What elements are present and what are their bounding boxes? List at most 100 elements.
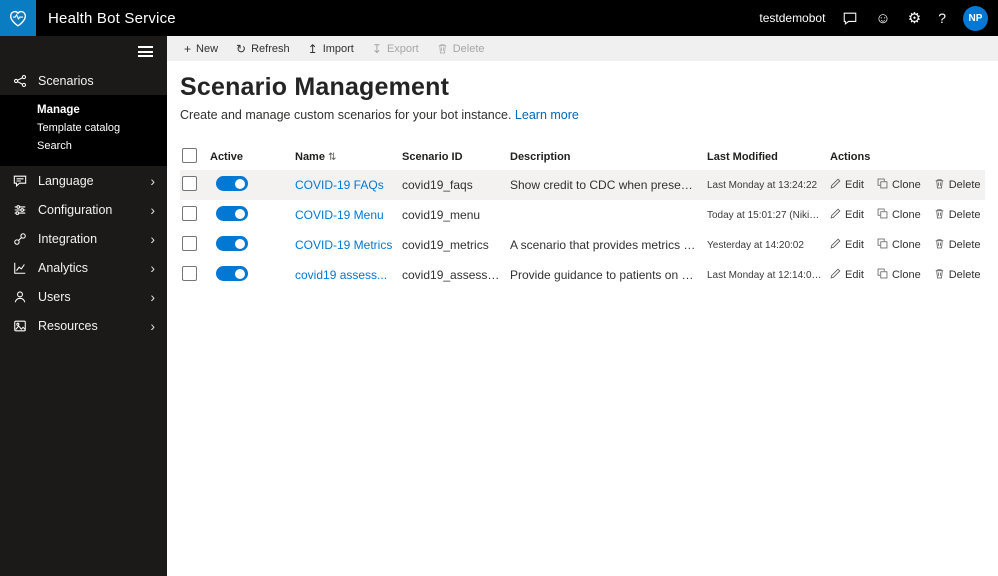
scenario-description: A scenario that provides metrics on the … [510,238,707,252]
clone-button[interactable]: Clone [877,238,921,252]
row-checkbox[interactable] [182,206,197,221]
sidebar-item-configuration[interactable]: Configuration › [0,195,167,224]
sidebar-item-scenarios[interactable]: Scenarios [0,66,167,95]
new-button[interactable]: + New [175,36,227,61]
hamburger-icon [138,45,153,57]
active-toggle[interactable] [216,236,248,251]
row-checkbox[interactable] [182,266,197,281]
delete-row-button[interactable]: Delete [934,208,980,222]
active-toggle[interactable] [216,266,248,281]
help-icon[interactable]: ? [938,11,946,25]
header-checkbox-cell [180,148,210,166]
scenario-id: covid19_metrics [402,238,489,252]
copy-icon [877,208,888,222]
chevron-right-icon: › [150,230,155,247]
clone-button-label: Clone [891,209,921,221]
toggle-knob [235,268,245,279]
column-header-description[interactable]: Description [510,151,707,163]
last-modified: Yesterday at 14:20:02 [707,239,804,251]
clone-button-label: Clone [891,239,921,251]
scenarios-submenu: Manage Template catalog Search [0,95,167,166]
refresh-button-label: Refresh [251,42,290,55]
clone-button-label: Clone [891,179,921,191]
gear-icon[interactable]: ⚙ [908,11,921,26]
sidebar-item-label: Users [38,289,71,304]
row-checkbox-cell [180,266,210,284]
scenario-name-link[interactable]: COVID-19 Menu [295,208,384,222]
column-header-active[interactable]: Active [210,151,295,163]
sidebar-item-analytics[interactable]: Analytics › [0,253,167,282]
row-name-cell: covid19 assess... [295,268,402,282]
row-checkbox-cell [180,206,210,224]
submenu-item-search[interactable]: Search [37,138,167,154]
row-active-cell [210,176,295,194]
new-button-label: New [196,42,219,55]
column-header-last-modified[interactable]: Last Modified [707,151,830,163]
edit-button[interactable]: Edit [830,208,864,222]
sidebar-item-label: Analytics [38,260,89,275]
topbar-right: testdemobot ☺ ⚙ ? NP [759,5,998,31]
import-button[interactable]: ↥ Import [299,36,363,61]
clone-button[interactable]: Clone [877,208,921,222]
column-header-name[interactable]: Name [295,151,402,163]
row-actions: Edit Clone Delete [830,178,980,192]
sidebar-item-resources[interactable]: Resources › [0,311,167,340]
row-checkbox-cell [180,236,210,254]
scenario-name-link[interactable]: covid19 assess... [295,268,387,282]
row-actions: Edit Clone Delete [830,238,980,252]
clone-button[interactable]: Clone [877,268,921,282]
edit-button-label: Edit [845,209,864,221]
scenario-name-link[interactable]: COVID-19 Metrics [295,238,392,252]
trash-icon [934,178,945,192]
tenant-name[interactable]: testdemobot [759,11,825,25]
row-name-cell: COVID-19 FAQs [295,178,402,192]
sidebar-item-language[interactable]: Language › [0,166,167,195]
active-toggle[interactable] [216,176,248,191]
delete-row-button[interactable]: Delete [934,268,980,282]
column-header-scenario-id[interactable]: Scenario ID [402,151,510,163]
scenarios-icon [12,74,28,88]
resources-icon [12,319,28,333]
configuration-icon [12,203,28,217]
hamburger-menu-button[interactable] [0,36,167,66]
sidebar-item-users[interactable]: Users › [0,282,167,311]
submenu-item-template-catalog[interactable]: Template catalog [37,120,167,136]
chat-icon[interactable] [842,10,858,26]
smiley-feedback-icon[interactable]: ☺ [875,11,890,26]
scenario-id: covid19_assessm... [402,268,508,282]
scenario-name-link[interactable]: COVID-19 FAQs [295,178,384,192]
select-all-checkbox[interactable] [182,148,197,163]
scenario-description: Show credit to CDC when presenting an... [510,178,707,192]
delete-button-label: Delete [948,209,980,221]
delete-row-button[interactable]: Delete [934,178,980,192]
table-row[interactable]: covid19 assess... covid19_assessm... Pro… [180,260,985,290]
table-row[interactable]: COVID-19 FAQs covid19_faqs Show credit t… [180,170,985,200]
row-checkbox-cell [180,176,210,194]
active-toggle[interactable] [216,206,248,221]
edit-button[interactable]: Edit [830,238,864,252]
edit-button[interactable]: Edit [830,178,864,192]
learn-more-link[interactable]: Learn more [515,108,579,122]
import-icon: ↥ [307,41,318,56]
delete-button-label: Delete [452,42,485,55]
table-row[interactable]: COVID-19 Menu covid19_menu Today at 15:0… [180,200,985,230]
delete-button[interactable]: Delete [428,36,494,61]
export-button[interactable]: ↧ Export [363,36,428,61]
delete-row-button[interactable]: Delete [934,238,980,252]
row-checkbox[interactable] [182,236,197,251]
chevron-right-icon: › [150,259,155,276]
users-icon [12,290,28,304]
row-name-cell: COVID-19 Metrics [295,238,402,252]
clone-button[interactable]: Clone [877,178,921,192]
refresh-button[interactable]: ↻ Refresh [227,36,299,61]
edit-button-label: Edit [845,269,864,281]
health-bot-logo[interactable] [0,0,36,36]
row-checkbox[interactable] [182,176,197,191]
submenu-item-manage[interactable]: Manage [37,102,167,118]
toggle-knob [235,178,245,189]
table-row[interactable]: COVID-19 Metrics covid19_metrics A scena… [180,230,985,260]
sidebar-item-label: Integration [38,231,98,246]
sidebar-item-integration[interactable]: Integration › [0,224,167,253]
edit-button[interactable]: Edit [830,268,864,282]
user-avatar[interactable]: NP [963,5,988,31]
